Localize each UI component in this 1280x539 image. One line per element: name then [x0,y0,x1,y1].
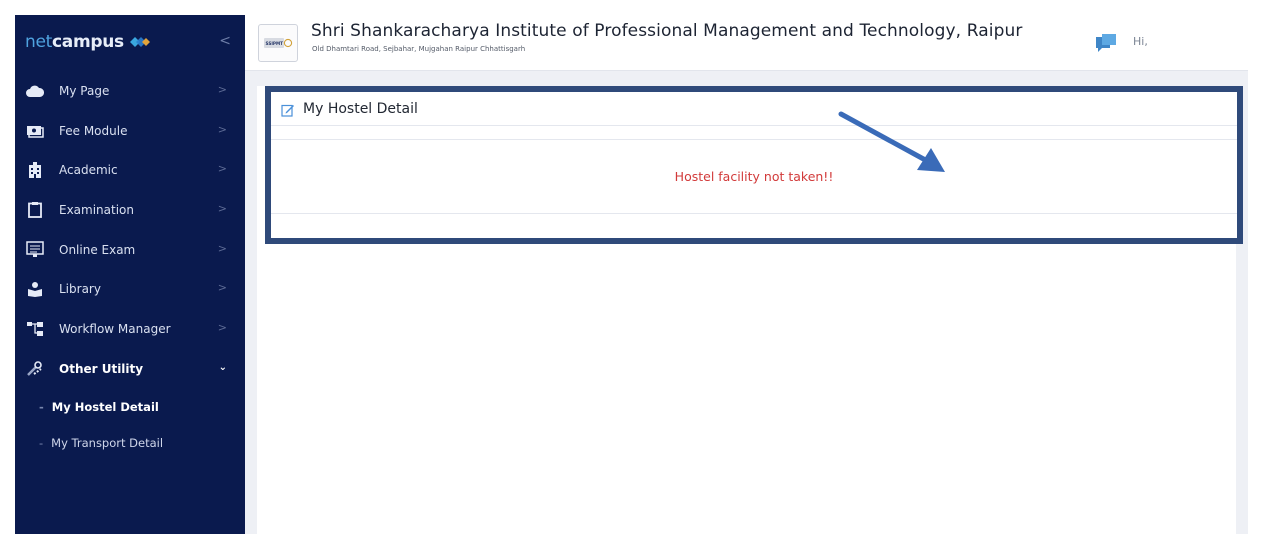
sidebar-item-label: My Page [59,83,110,98]
sidebar-item-examination[interactable]: Examination > [15,190,245,230]
sidebar-item-my-page[interactable]: My Page > [15,71,245,111]
card-body: Hostel facility not taken!! [271,140,1237,214]
brand-mark-icon [128,32,150,52]
monitor-icon [25,241,45,259]
brand-name: campus [52,32,124,52]
institute-name: Shri Shankaracharya Institute of Profess… [311,21,1023,41]
chevron-right-icon: > [217,202,227,216]
chevron-right-icon: > [217,321,227,335]
submenu-item-my-transport-detail[interactable]: - My Transport Detail [15,425,245,461]
edit-icon [281,102,295,117]
tools-icon [25,360,45,378]
annotation-arrow-icon [838,111,945,172]
sidebar-item-fee-module[interactable]: Fee Module > [15,111,245,151]
reader-icon [25,280,45,298]
sidebar-item-online-exam[interactable]: Online Exam > [15,230,245,270]
sidebar-item-library[interactable]: Library > [15,269,245,309]
logo-text: SSIPMT [266,41,284,46]
sidebar-item-label: Online Exam [59,242,136,257]
submenu-item-my-hostel-detail[interactable]: - My Hostel Detail [15,389,245,425]
sidebar-item-other-utility[interactable]: Other Utility ⌄ [15,349,245,389]
money-icon [25,122,45,140]
sidebar-item-workflow-manager[interactable]: Workflow Manager > [15,309,245,349]
chevron-right-icon: > [217,122,227,136]
hostel-detail-card: My Hostel Detail Hostel facility not tak… [265,86,1243,244]
user-greeting[interactable]: Hi, [1133,35,1148,48]
sidebar-item-label: Library [59,282,101,297]
submenu-item-label: My Hostel Detail [51,399,159,414]
sidebar-item-academic[interactable]: Academic > [15,150,245,190]
card-header: My Hostel Detail [271,92,1237,126]
brand-prefix: net [25,32,52,52]
other-utility-submenu: - My Hostel Detail - My Transport Detail [15,389,245,461]
collapse-sidebar-icon[interactable]: < [219,33,231,49]
sidebar: net campus < My Page > Fee Module > Acad… [15,15,245,534]
bullet-dash: - [39,399,44,414]
chevron-right-icon: > [217,241,227,255]
app-frame: net campus < My Page > Fee Module > Acad… [15,15,1248,536]
sidebar-item-label: Other Utility [59,361,144,376]
clipboard-icon [25,201,45,219]
hostel-status-message: Hostel facility not taken!! [674,169,834,184]
sitemap-icon [25,320,45,338]
brand-logo[interactable]: net campus < [15,15,245,69]
institute-address: Old Dhamtari Road, Sejbahar, Mujgahan Ra… [312,45,526,53]
card-divider [271,126,1237,140]
sidebar-item-label: Examination [59,202,135,217]
chevron-right-icon: > [217,281,227,295]
chevron-down-icon: ⌄ [218,361,227,373]
sidebar-item-label: Workflow Manager [59,321,171,336]
sidebar-item-label: Fee Module [59,123,128,138]
bullet-dash: - [39,435,44,450]
submenu-item-label: My Transport Detail [51,435,164,450]
top-header: SSIPMT Shri Shankaracharya Institute of … [245,15,1248,71]
sidebar-item-label: Academic [59,163,118,178]
messages-icon[interactable] [1095,32,1117,52]
building-icon [25,161,45,179]
institute-logo: SSIPMT [258,24,298,62]
sidebar-menu: My Page > Fee Module > Academic > Examin… [15,71,245,389]
chevron-right-icon: > [217,162,227,176]
cloud-icon [25,82,45,100]
main-content: SSIPMT Shri Shankaracharya Institute of … [245,15,1248,536]
card-title: My Hostel Detail [303,100,418,117]
chevron-right-icon: > [217,83,227,96]
